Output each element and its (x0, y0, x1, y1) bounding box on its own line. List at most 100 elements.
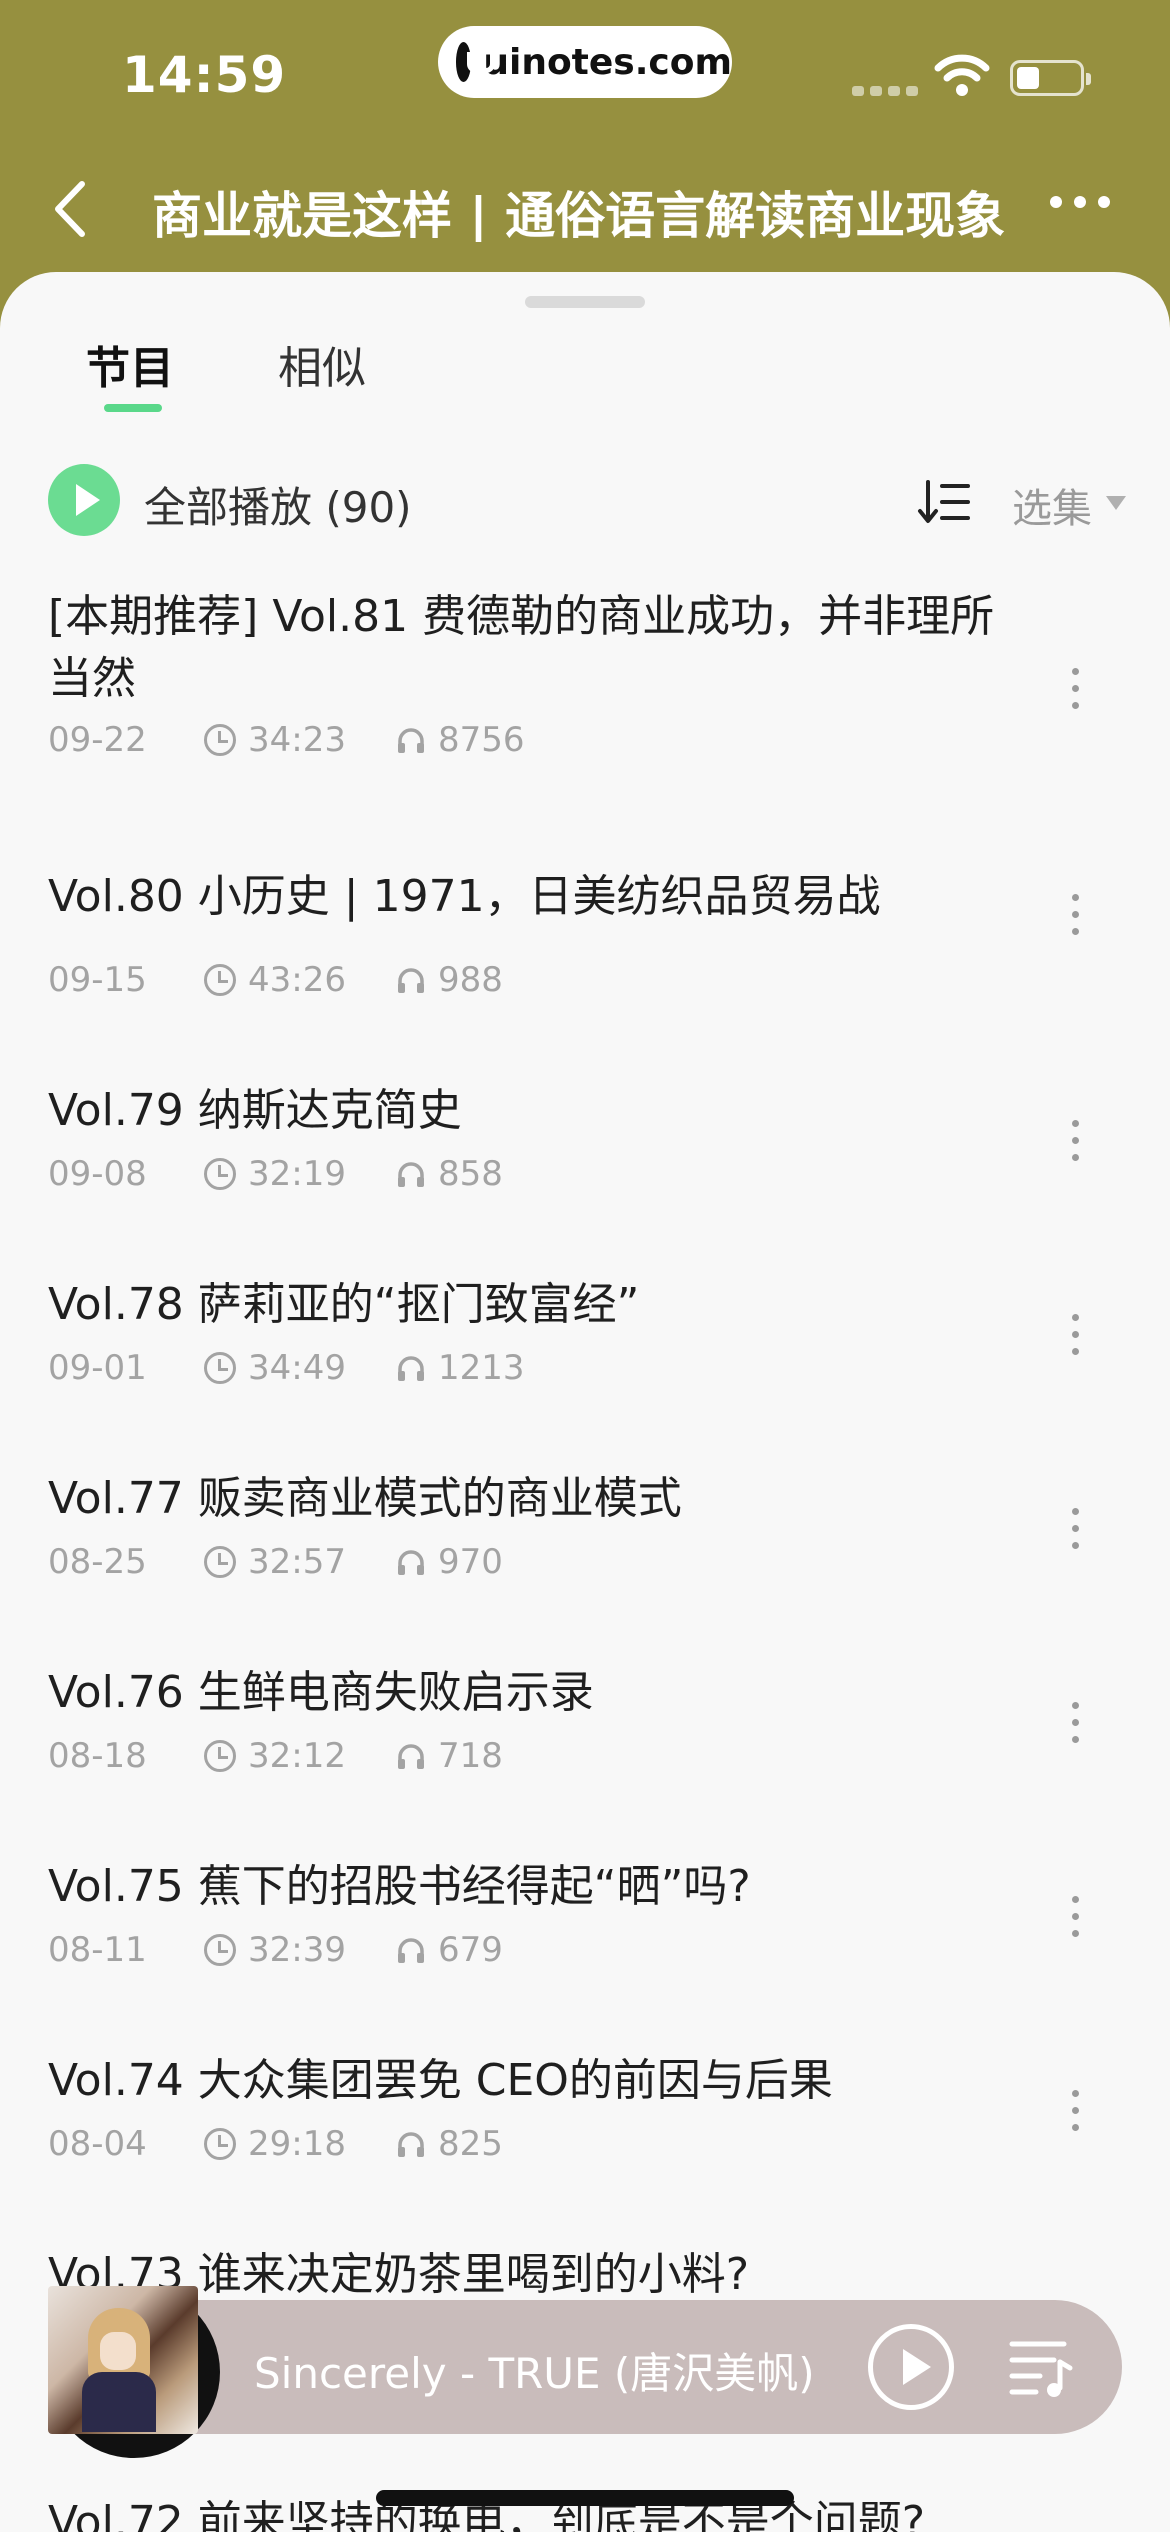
episode-title[interactable]: Vol.75 蕉下的招股书经得起“晒”吗? (48, 1856, 1028, 1918)
url-pill: uinotes.com (438, 26, 732, 98)
episode-meta: 09-15 43:26 988 (48, 960, 503, 1000)
clock-icon (204, 1158, 236, 1190)
album-cover[interactable] (48, 2286, 198, 2434)
episode-play-count: 988 (438, 960, 503, 1000)
headphone-icon (398, 1744, 424, 1769)
episode-duration: 34:23 (248, 720, 346, 760)
headphone-icon (398, 1938, 424, 1963)
episode-duration: 32:19 (248, 1154, 346, 1194)
caret-down-icon[interactable] (1106, 496, 1126, 510)
episode-title[interactable]: Vol.78 萨莉亚的“抠门致富经” (48, 1274, 1028, 1336)
clock-icon (204, 964, 236, 996)
list-item[interactable]: Vol.78 萨莉亚的“抠门致富经” 09-01 34:49 1213 (48, 1274, 1118, 1388)
episode-more-button[interactable] (1072, 1120, 1079, 1161)
episode-meta: 08-25 32:57 970 (48, 1542, 503, 1582)
headphone-icon (398, 968, 424, 993)
mini-player[interactable]: Sincerely - TRUE (唐沢美帆) (48, 2286, 1122, 2458)
list-item[interactable]: Vol.76 生鲜电商失败启示录 08-18 32:12 718 (48, 1662, 1118, 1776)
headphone-icon (398, 728, 424, 753)
home-indicator[interactable] (376, 2490, 794, 2506)
episode-duration: 32:39 (248, 1930, 346, 1970)
episode-sheet: 节目 相似 全部播放 (90) 选集 [本期推荐] Vol.81 费德勒的商业成… (0, 272, 1170, 2532)
episode-more-button[interactable] (1072, 1896, 1079, 1937)
list-item[interactable]: Vol.80 小历史 | 1971，日美纺织品贸易战 09-15 43:26 9… (48, 866, 1118, 1000)
sort-icon[interactable] (916, 478, 972, 526)
headphone-icon (398, 1162, 424, 1187)
list-item[interactable]: Vol.75 蕉下的招股书经得起“晒”吗? 08-11 32:39 679 (48, 1856, 1118, 1970)
episode-title[interactable]: Vol.77 贩卖商业模式的商业模式 (48, 1468, 1028, 1530)
page-title: 商业就是这样 | 通俗语言解读商业现象 (152, 187, 1006, 242)
status-bar: 14:59 uinotes.com (0, 0, 1170, 150)
tab-similar[interactable]: 相似 (278, 332, 366, 396)
episode-more-button[interactable] (1072, 1314, 1079, 1355)
headphone-icon (398, 1356, 424, 1381)
play-button[interactable] (868, 2324, 954, 2410)
episode-date: 09-08 (48, 1154, 147, 1194)
episode-date: 08-04 (48, 2124, 147, 2164)
cellular-signal-icon (852, 86, 918, 96)
episode-meta: 08-18 32:12 718 (48, 1736, 503, 1776)
clock-icon (204, 1934, 236, 1966)
playlist-icon[interactable] (1006, 2332, 1076, 2402)
episode-more-button[interactable] (1072, 1702, 1079, 1743)
episode-date: 09-01 (48, 1348, 147, 1388)
clock-icon (204, 2128, 236, 2160)
episode-date: 09-22 (48, 720, 147, 760)
episode-more-button[interactable] (1072, 668, 1079, 709)
episode-meta: 09-08 32:19 858 (48, 1154, 503, 1194)
episode-duration: 32:12 (248, 1736, 346, 1776)
episode-title[interactable]: Vol.80 小历史 | 1971，日美纺织品贸易战 (48, 866, 1028, 928)
episode-play-count: 1213 (438, 1348, 525, 1388)
episode-play-count: 8756 (438, 720, 525, 760)
status-time: 14:59 (122, 46, 287, 104)
episode-more-button[interactable] (1072, 894, 1079, 935)
episode-meta: 09-22 34:23 8756 (48, 720, 525, 760)
episode-duration: 29:18 (248, 2124, 346, 2164)
episode-play-count: 970 (438, 1542, 503, 1582)
episode-duration: 34:49 (248, 1348, 346, 1388)
list-item[interactable]: Vol.73 谁来决定奶茶里喝到的小料? (48, 2244, 1118, 2306)
tab-episodes[interactable]: 节目 (86, 332, 174, 396)
now-playing-title[interactable]: Sincerely - TRUE (唐沢美帆) (254, 2340, 815, 2401)
episode-play-count: 825 (438, 2124, 503, 2164)
active-tab-indicator (104, 404, 162, 412)
episode-meta: 09-01 34:49 1213 (48, 1348, 525, 1388)
episode-date: 08-18 (48, 1736, 147, 1776)
url-text: uinotes.com (483, 41, 732, 83)
episode-title[interactable]: [本期推荐] Vol.81 费德勒的商业成功，并非理所当然 (48, 586, 1028, 710)
list-item[interactable]: Vol.79 纳斯达克简史 09-08 32:19 858 (48, 1080, 1118, 1194)
episode-meta: 08-11 32:39 679 (48, 1930, 503, 1970)
clock-icon (204, 1546, 236, 1578)
episode-title[interactable]: Vol.79 纳斯达克简史 (48, 1080, 1028, 1142)
episode-title[interactable]: Vol.76 生鲜电商失败启示录 (48, 1662, 1028, 1724)
more-options-button[interactable] (1050, 196, 1110, 208)
episode-duration: 43:26 (248, 960, 346, 1000)
clock-icon (204, 1352, 236, 1384)
episode-play-count: 679 (438, 1930, 503, 1970)
play-all-button[interactable] (48, 464, 120, 536)
episode-duration: 32:57 (248, 1542, 346, 1582)
episode-meta: 08-04 29:18 825 (48, 2124, 503, 2164)
episode-title[interactable]: Vol.74 大众集团罢免 CEO的前因与后果 (48, 2050, 1028, 2112)
headphone-icon (398, 2132, 424, 2157)
sheet-grabber[interactable] (525, 296, 645, 308)
battery-icon (1010, 60, 1091, 96)
wifi-icon (934, 54, 990, 96)
uinotes-logo-icon (456, 42, 496, 82)
episode-more-button[interactable] (1072, 1508, 1079, 1549)
episode-more-button[interactable] (1072, 2090, 1079, 2131)
list-item[interactable]: Vol.77 贩卖商业模式的商业模式 08-25 32:57 970 (48, 1468, 1118, 1582)
select-episodes-button[interactable]: 选集 (1012, 476, 1092, 534)
episode-date: 08-25 (48, 1542, 147, 1582)
episode-date: 08-11 (48, 1930, 147, 1970)
list-item[interactable]: Vol.74 大众集团罢免 CEO的前因与后果 08-04 29:18 825 (48, 2050, 1118, 2164)
episode-play-count: 718 (438, 1736, 503, 1776)
list-item[interactable]: [本期推荐] Vol.81 费德勒的商业成功，并非理所当然 09-22 34:2… (48, 586, 1118, 760)
back-button[interactable] (48, 176, 98, 242)
episode-play-count: 858 (438, 1154, 503, 1194)
episode-date: 09-15 (48, 960, 147, 1000)
play-all-label[interactable]: 全部播放 (90) (144, 474, 412, 535)
clock-icon (204, 724, 236, 756)
headphone-icon (398, 1550, 424, 1575)
clock-icon (204, 1740, 236, 1772)
